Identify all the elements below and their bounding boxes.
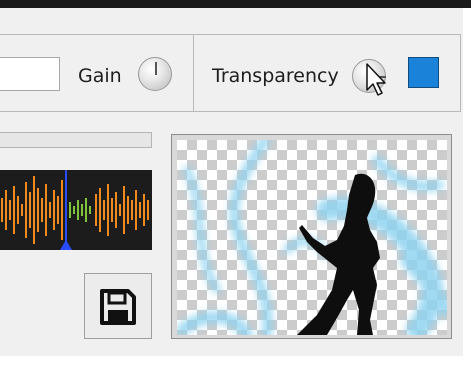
window-bottom-edge	[0, 356, 463, 365]
window-top-border	[0, 0, 471, 8]
value-input[interactable]	[0, 57, 60, 91]
gain-label: Gain	[78, 65, 122, 87]
transparency-color-swatch[interactable]	[408, 57, 439, 88]
toolbar-divider	[193, 35, 194, 111]
dancer-hair	[354, 178, 362, 218]
preview-image	[177, 140, 447, 335]
floppy-disk-icon	[100, 289, 136, 325]
audio-waveform[interactable]	[0, 170, 152, 250]
preview-canvas	[177, 140, 447, 335]
waveform-graphic	[0, 170, 152, 250]
save-button[interactable]	[84, 273, 152, 339]
video-preview[interactable]	[171, 134, 452, 339]
main-panel: Gain Transparency	[0, 8, 463, 356]
transparency-label: Transparency	[212, 65, 339, 87]
gain-knob[interactable]	[138, 57, 172, 91]
toolbar-row: Gain Transparency	[0, 34, 461, 112]
gain-knob-indicator	[155, 62, 157, 75]
window-right-edge	[463, 8, 471, 365]
progress-bar	[0, 132, 152, 148]
mouse-pointer-icon	[366, 63, 386, 96]
